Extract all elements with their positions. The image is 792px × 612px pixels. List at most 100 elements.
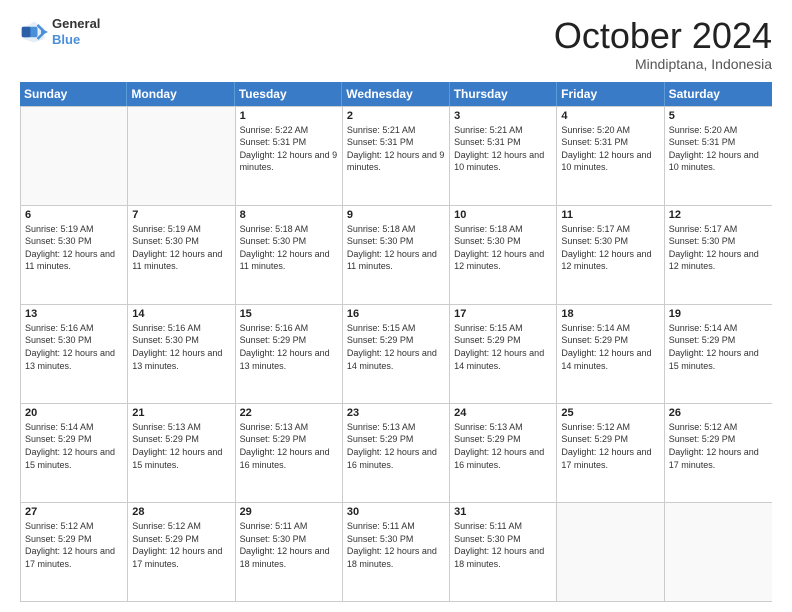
day-number: 28	[132, 506, 230, 518]
header-day-wednesday: Wednesday	[342, 82, 449, 106]
day-number: 25	[561, 407, 659, 419]
cal-row-0: 1 Sunrise: 5:22 AMSunset: 5:31 PMDaylight…	[21, 106, 772, 205]
day-number: 23	[347, 407, 445, 419]
day-number: 10	[454, 209, 552, 221]
day-number: 18	[561, 308, 659, 320]
cell-info: Sunrise: 5:12 AMSunset: 5:29 PMDaylight:…	[669, 421, 768, 471]
cal-cell: 31Sunrise: 5:11 AMSunset: 5:30 PMDayligh…	[450, 503, 557, 601]
cell-info: Sunrise: 5:12 AMSunset: 5:29 PMDaylight:…	[561, 421, 659, 471]
day-number: 24	[454, 407, 552, 419]
cal-cell: 25 Sunrise: 5:12 AMSunset: 5:29 PMDayligh…	[557, 404, 664, 502]
cell-info: Sunrise: 5:21 AMSunset: 5:31 PMDaylight:…	[454, 124, 552, 174]
day-number: 9	[347, 209, 445, 221]
cal-cell: 30 Sunrise: 5:11 AMSunset: 5:30 PMDayligh…	[343, 503, 450, 601]
cal-cell: 24 Sunrise: 5:13 AMSunset: 5:29 PMDayligh…	[450, 404, 557, 502]
cell-info: Sunrise: 5:13 AMSunset: 5:29 PMDaylight:…	[132, 421, 230, 471]
cal-cell: 26 Sunrise: 5:12 AMSunset: 5:29 PMDayligh…	[665, 404, 772, 502]
logo: General Blue	[20, 16, 100, 47]
day-number: 26	[669, 407, 768, 419]
cal-cell: 11 Sunrise: 5:17 AMSunset: 5:30 PMDayligh…	[557, 206, 664, 304]
header-day-thursday: Thursday	[450, 82, 557, 106]
cal-cell: 23 Sunrise: 5:13 AMSunset: 5:29 PMDayligh…	[343, 404, 450, 502]
cell-info: Sunrise: 5:16 AMSunset: 5:29 PMDaylight:…	[240, 322, 338, 372]
day-number: 19	[669, 308, 768, 320]
day-number: 22	[240, 407, 338, 419]
calendar-page: General Blue October 2024 Mindiptana, In…	[0, 0, 792, 612]
day-number: 14	[132, 308, 230, 320]
cal-cell: 4Sunrise: 5:20 AMSunset: 5:31 PMDaylight…	[557, 107, 664, 205]
cal-cell: 27 Sunrise: 5:12 AMSunset: 5:29 PMDayligh…	[21, 503, 128, 601]
location: Mindiptana, Indonesia	[554, 56, 772, 72]
cell-info: Sunrise: 5:14 AMSunset: 5:29 PMDaylight:…	[561, 322, 659, 372]
cal-row-1: 6 Sunrise: 5:19 AMSunset: 5:30 PMDaylight…	[21, 205, 772, 304]
cell-info: Sunrise: 5:15 AMSunset: 5:29 PMDaylight:…	[454, 322, 552, 372]
cal-cell: 28 Sunrise: 5:12 AMSunset: 5:29 PMDayligh…	[128, 503, 235, 601]
cell-info: Sunrise: 5:16 AMSunset: 5:30 PMDaylight:…	[132, 322, 230, 372]
cell-info: Sunrise: 5:15 AMSunset: 5:29 PMDaylight:…	[347, 322, 445, 372]
day-number: 2	[347, 110, 445, 122]
cal-cell: 5Sunrise: 5:20 AMSunset: 5:31 PMDaylight…	[665, 107, 772, 205]
day-number: 21	[132, 407, 230, 419]
cell-info: Sunrise: 5:12 AMSunset: 5:29 PMDaylight:…	[132, 520, 230, 570]
cell-info: Sunrise: 5:16 AMSunset: 5:30 PMDaylight:…	[25, 322, 123, 372]
logo-general: General	[52, 16, 100, 32]
cal-cell: 19 Sunrise: 5:14 AMSunset: 5:29 PMDayligh…	[665, 305, 772, 403]
cal-cell: 21 Sunrise: 5:13 AMSunset: 5:29 PMDayligh…	[128, 404, 235, 502]
cal-cell: 2 Sunrise: 5:21 AMSunset: 5:31 PMDaylight…	[343, 107, 450, 205]
cal-row-4: 27 Sunrise: 5:12 AMSunset: 5:29 PMDayligh…	[21, 502, 772, 601]
cal-cell: 6 Sunrise: 5:19 AMSunset: 5:30 PMDaylight…	[21, 206, 128, 304]
day-number: 27	[25, 506, 123, 518]
day-number: 30	[347, 506, 445, 518]
cal-cell: 18 Sunrise: 5:14 AMSunset: 5:29 PMDayligh…	[557, 305, 664, 403]
cal-cell: 16 Sunrise: 5:15 AMSunset: 5:29 PMDayligh…	[343, 305, 450, 403]
cal-cell: 15 Sunrise: 5:16 AMSunset: 5:29 PMDayligh…	[236, 305, 343, 403]
cell-info: Sunrise: 5:14 AMSunset: 5:29 PMDaylight:…	[669, 322, 768, 372]
cell-info: Sunrise: 5:11 AMSunset: 5:30 PMDaylight:…	[240, 520, 338, 570]
cal-cell: 20Sunrise: 5:14 AMSunset: 5:29 PMDayligh…	[21, 404, 128, 502]
header: General Blue October 2024 Mindiptana, In…	[20, 16, 772, 72]
cal-cell: 29 Sunrise: 5:11 AMSunset: 5:30 PMDayligh…	[236, 503, 343, 601]
cal-cell: 12Sunrise: 5:17 AMSunset: 5:30 PMDayligh…	[665, 206, 772, 304]
logo-blue: Blue	[52, 32, 100, 48]
day-number: 4	[561, 110, 659, 122]
cell-info: Sunrise: 5:13 AMSunset: 5:29 PMDaylight:…	[347, 421, 445, 471]
cell-info: Sunrise: 5:12 AMSunset: 5:29 PMDaylight:…	[25, 520, 123, 570]
cell-info: Sunrise: 5:17 AMSunset: 5:30 PMDaylight:…	[561, 223, 659, 273]
day-number: 1	[240, 110, 338, 122]
day-number: 13	[25, 308, 123, 320]
day-number: 11	[561, 209, 659, 221]
cell-info: Sunrise: 5:13 AMSunset: 5:29 PMDaylight:…	[454, 421, 552, 471]
day-number: 17	[454, 308, 552, 320]
cal-cell: 1 Sunrise: 5:22 AMSunset: 5:31 PMDaylight…	[236, 107, 343, 205]
cal-cell: 8Sunrise: 5:18 AMSunset: 5:30 PMDaylight…	[236, 206, 343, 304]
day-number: 7	[132, 209, 230, 221]
cal-cell: 10Sunrise: 5:18 AMSunset: 5:30 PMDayligh…	[450, 206, 557, 304]
cell-info: Sunrise: 5:22 AMSunset: 5:31 PMDaylight:…	[240, 124, 338, 174]
day-number: 16	[347, 308, 445, 320]
cell-info: Sunrise: 5:13 AMSunset: 5:29 PMDaylight:…	[240, 421, 338, 471]
cal-row-2: 13 Sunrise: 5:16 AMSunset: 5:30 PMDayligh…	[21, 304, 772, 403]
logo-text: General Blue	[52, 16, 100, 47]
day-number: 31	[454, 506, 552, 518]
cal-cell: 13 Sunrise: 5:16 AMSunset: 5:30 PMDayligh…	[21, 305, 128, 403]
day-number: 20	[25, 407, 123, 419]
title-block: October 2024 Mindiptana, Indonesia	[554, 16, 772, 72]
cell-info: Sunrise: 5:20 AMSunset: 5:31 PMDaylight:…	[669, 124, 768, 174]
day-number: 29	[240, 506, 338, 518]
header-day-saturday: Saturday	[665, 82, 772, 106]
logo-icon	[20, 18, 48, 46]
cell-info: Sunrise: 5:21 AMSunset: 5:31 PMDaylight:…	[347, 124, 445, 174]
day-number: 15	[240, 308, 338, 320]
calendar-body: 1 Sunrise: 5:22 AMSunset: 5:31 PMDaylight…	[20, 106, 772, 602]
cell-info: Sunrise: 5:18 AMSunset: 5:30 PMDaylight:…	[240, 223, 338, 273]
calendar: SundayMondayTuesdayWednesdayThursdayFrid…	[20, 82, 772, 602]
cal-cell	[557, 503, 664, 601]
header-day-sunday: Sunday	[20, 82, 127, 106]
day-number: 12	[669, 209, 768, 221]
cell-info: Sunrise: 5:11 AMSunset: 5:30 PMDaylight:…	[347, 520, 445, 570]
cal-cell: 14 Sunrise: 5:16 AMSunset: 5:30 PMDayligh…	[128, 305, 235, 403]
cell-info: Sunrise: 5:19 AMSunset: 5:30 PMDaylight:…	[25, 223, 123, 273]
cal-row-3: 20Sunrise: 5:14 AMSunset: 5:29 PMDayligh…	[21, 403, 772, 502]
day-number: 3	[454, 110, 552, 122]
day-number: 6	[25, 209, 123, 221]
